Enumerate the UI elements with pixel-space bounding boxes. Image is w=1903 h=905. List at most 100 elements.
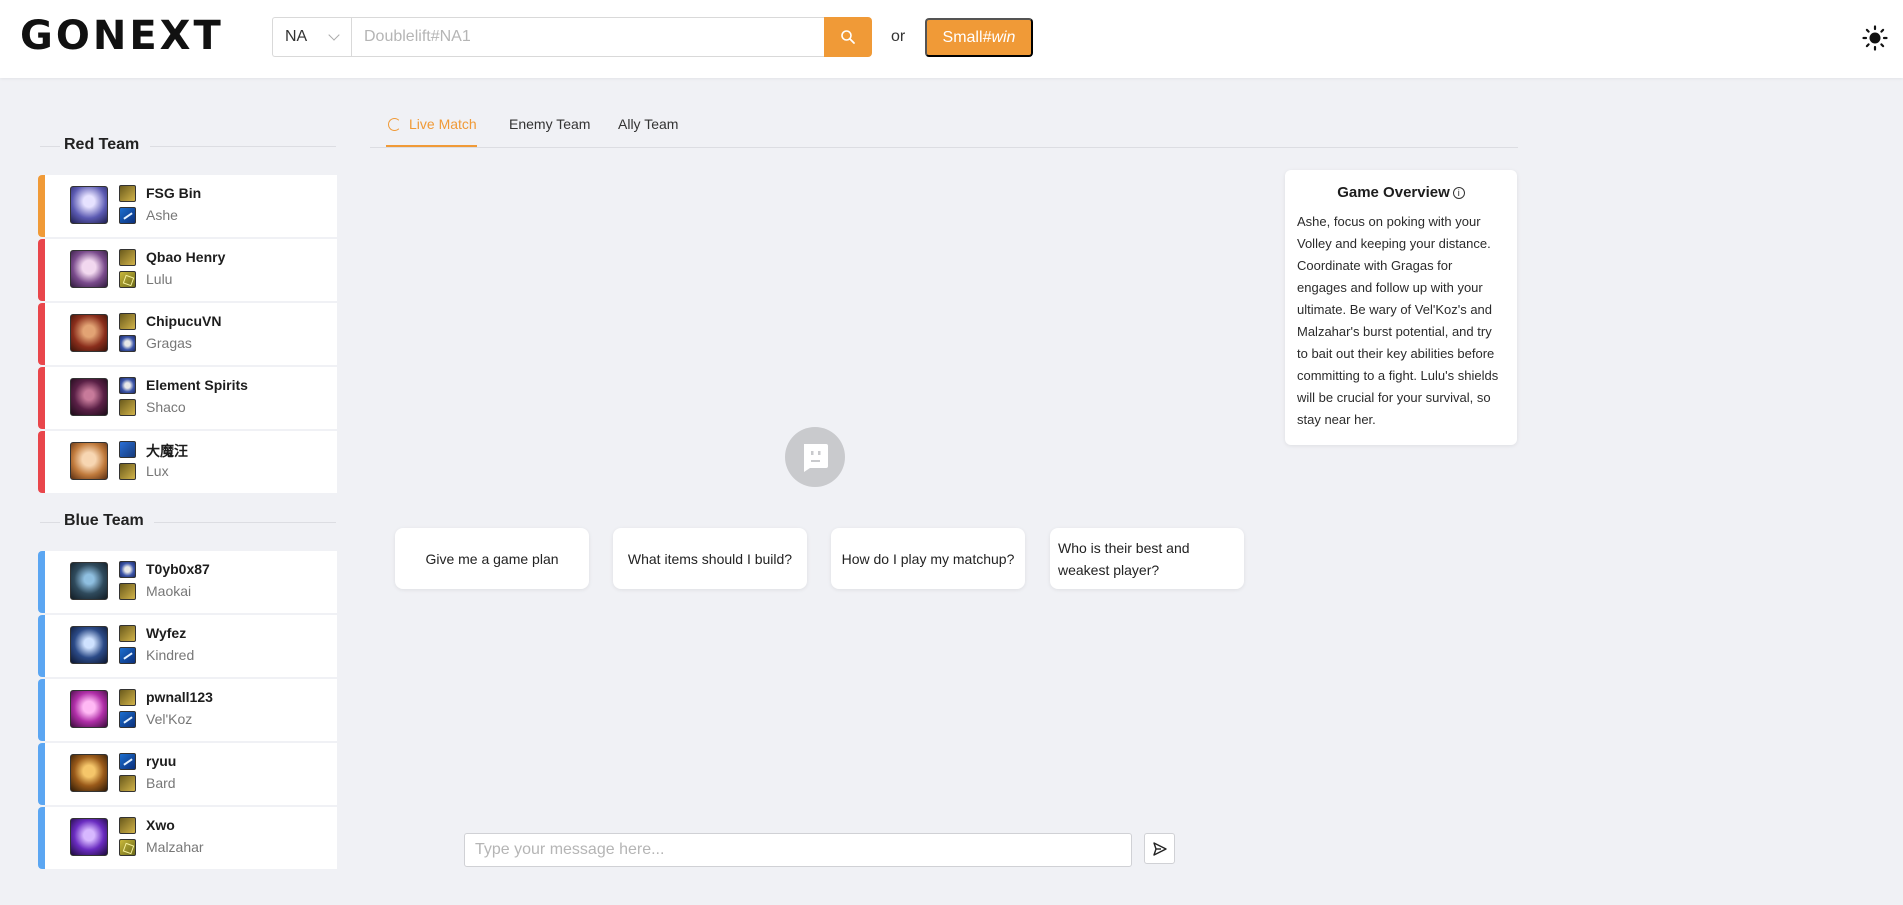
summoner-spell-icon [119, 625, 136, 642]
overview-title: Game Overview [1337, 184, 1450, 201]
summoner-spell-icon [119, 271, 136, 288]
player-name: FSG Bin [146, 185, 202, 201]
champion-portrait [70, 690, 108, 728]
summoner-spell-icon [119, 561, 136, 578]
champion-name: Lulu [146, 271, 173, 287]
summoner-spell-icon [119, 441, 136, 458]
region-value: NA [285, 28, 308, 45]
player-name: Xwo [146, 817, 175, 833]
player-card[interactable]: ChipucuVN Gragas [38, 303, 337, 365]
team-color-bar [38, 743, 45, 805]
team-color-bar [38, 431, 45, 493]
suggestion-items[interactable]: What items should I build? [613, 528, 807, 589]
send-icon [1152, 841, 1167, 856]
team-color-bar [38, 303, 45, 365]
theme-toggle-button[interactable] [1861, 24, 1889, 52]
summoner-spell-icon [119, 399, 136, 416]
player-name: ChipucuVN [146, 313, 222, 329]
tab-label: Enemy Team [509, 116, 591, 132]
player-card[interactable]: ryuu Bard [38, 743, 337, 805]
summoner-spell-icon [119, 313, 136, 330]
player-name: ryuu [146, 753, 177, 769]
tab-label: Live Match [409, 116, 477, 132]
summoner-spell-icon [119, 753, 136, 770]
player-name: T0yb0x87 [146, 561, 210, 577]
player-name: pwnall123 [146, 689, 213, 705]
summoner-spell-icon [119, 711, 136, 728]
player-name: 大魔汪 [146, 443, 188, 459]
champion-name: Malzahar [146, 839, 204, 855]
player-name: Element Spirits [146, 377, 248, 393]
summoner-spell-icon [119, 463, 136, 480]
blue-team-title: Blue Team [64, 512, 150, 530]
champion-portrait [70, 754, 108, 792]
win-button-hashtag: #win [982, 28, 1016, 46]
search-icon [841, 30, 855, 44]
sun-icon [1862, 25, 1888, 51]
win-button-label: Small [942, 28, 983, 46]
player-card[interactable]: Element Spirits Shaco [38, 367, 337, 429]
red-team-header: Red Team [40, 136, 336, 156]
chevron-down-icon [328, 29, 340, 41]
player-card[interactable]: FSG Bin Ashe [38, 175, 337, 237]
team-color-bar [38, 551, 45, 613]
champion-name: Bard [146, 775, 176, 791]
summoner-spell-icon [119, 775, 136, 792]
player-name: Wyfez [146, 625, 187, 641]
info-icon[interactable]: i [1452, 187, 1465, 199]
champion-portrait [70, 186, 108, 224]
tab-live-match[interactable]: Live Match [386, 116, 477, 147]
team-color-bar [38, 679, 45, 741]
small-win-button[interactable]: Small #win [925, 18, 1033, 57]
region-select[interactable]: NA [272, 17, 352, 57]
tab-enemy-team[interactable]: Enemy Team [509, 116, 590, 147]
red-team-title: Red Team [64, 136, 146, 154]
champion-portrait [70, 378, 108, 416]
player-card[interactable]: Qbao Henry Lulu [38, 239, 337, 301]
send-button[interactable] [1144, 833, 1175, 864]
robot-face-icon [804, 444, 828, 472]
summoner-search-input[interactable] [351, 17, 825, 57]
summoner-spell-icon [119, 377, 136, 394]
champion-portrait [70, 626, 108, 664]
summoner-spell-icon [119, 839, 136, 856]
summoner-spell-icon [119, 647, 136, 664]
game-overview-card: Game Overview i Ashe, focus on poking wit… [1285, 170, 1517, 445]
suggestion-best-weakest[interactable]: Who is their best and weakest player? [1050, 528, 1244, 589]
summoner-spell-icon [119, 185, 136, 202]
champion-name: Gragas [146, 335, 192, 351]
suggestion-matchup[interactable]: How do I play my matchup? [831, 528, 1025, 589]
player-name: Qbao Henry [146, 249, 226, 265]
tab-label: Ally Team [618, 116, 679, 132]
player-card[interactable]: Xwo Malzahar [38, 807, 337, 869]
player-card[interactable]: Wyfez Kindred [38, 615, 337, 677]
or-label: or [891, 28, 906, 45]
champion-name: Maokai [146, 583, 192, 599]
team-color-bar [38, 615, 45, 677]
summoner-spell-icon [119, 335, 136, 352]
summoner-spell-icon [119, 207, 136, 224]
loading-spinner-icon [388, 118, 401, 131]
chat-message-input[interactable] [464, 833, 1132, 867]
blue-team-header: Blue Team [40, 512, 336, 532]
summoner-spell-icon [119, 689, 136, 706]
match-tabs: Live Match Enemy Team Ally Team [370, 116, 1518, 148]
top-header: GONEXT NA or Small #win [0, 0, 1903, 78]
champion-portrait [70, 442, 108, 480]
bot-avatar [785, 427, 845, 487]
summoner-spell-icon [119, 583, 136, 600]
app-logo[interactable]: GONEXT [20, 16, 224, 56]
overview-text: Ashe, focus on poking with your Volley a… [1297, 214, 1499, 427]
player-card[interactable]: pwnall123 Vel'Koz [38, 679, 337, 741]
player-card[interactable]: 大魔汪 Lux [38, 431, 337, 493]
suggestion-game-plan[interactable]: Give me a game plan [395, 528, 589, 589]
champion-portrait [70, 562, 108, 600]
overview-title-row: Game Overview i [1297, 184, 1505, 201]
player-card[interactable]: T0yb0x87 Maokai [38, 551, 337, 613]
team-color-bar [38, 367, 45, 429]
tab-ally-team[interactable]: Ally Team [618, 116, 678, 147]
search-button[interactable] [824, 17, 872, 57]
team-color-bar [38, 239, 45, 301]
champion-name: Shaco [146, 399, 186, 415]
champion-name: Kindred [146, 647, 195, 663]
